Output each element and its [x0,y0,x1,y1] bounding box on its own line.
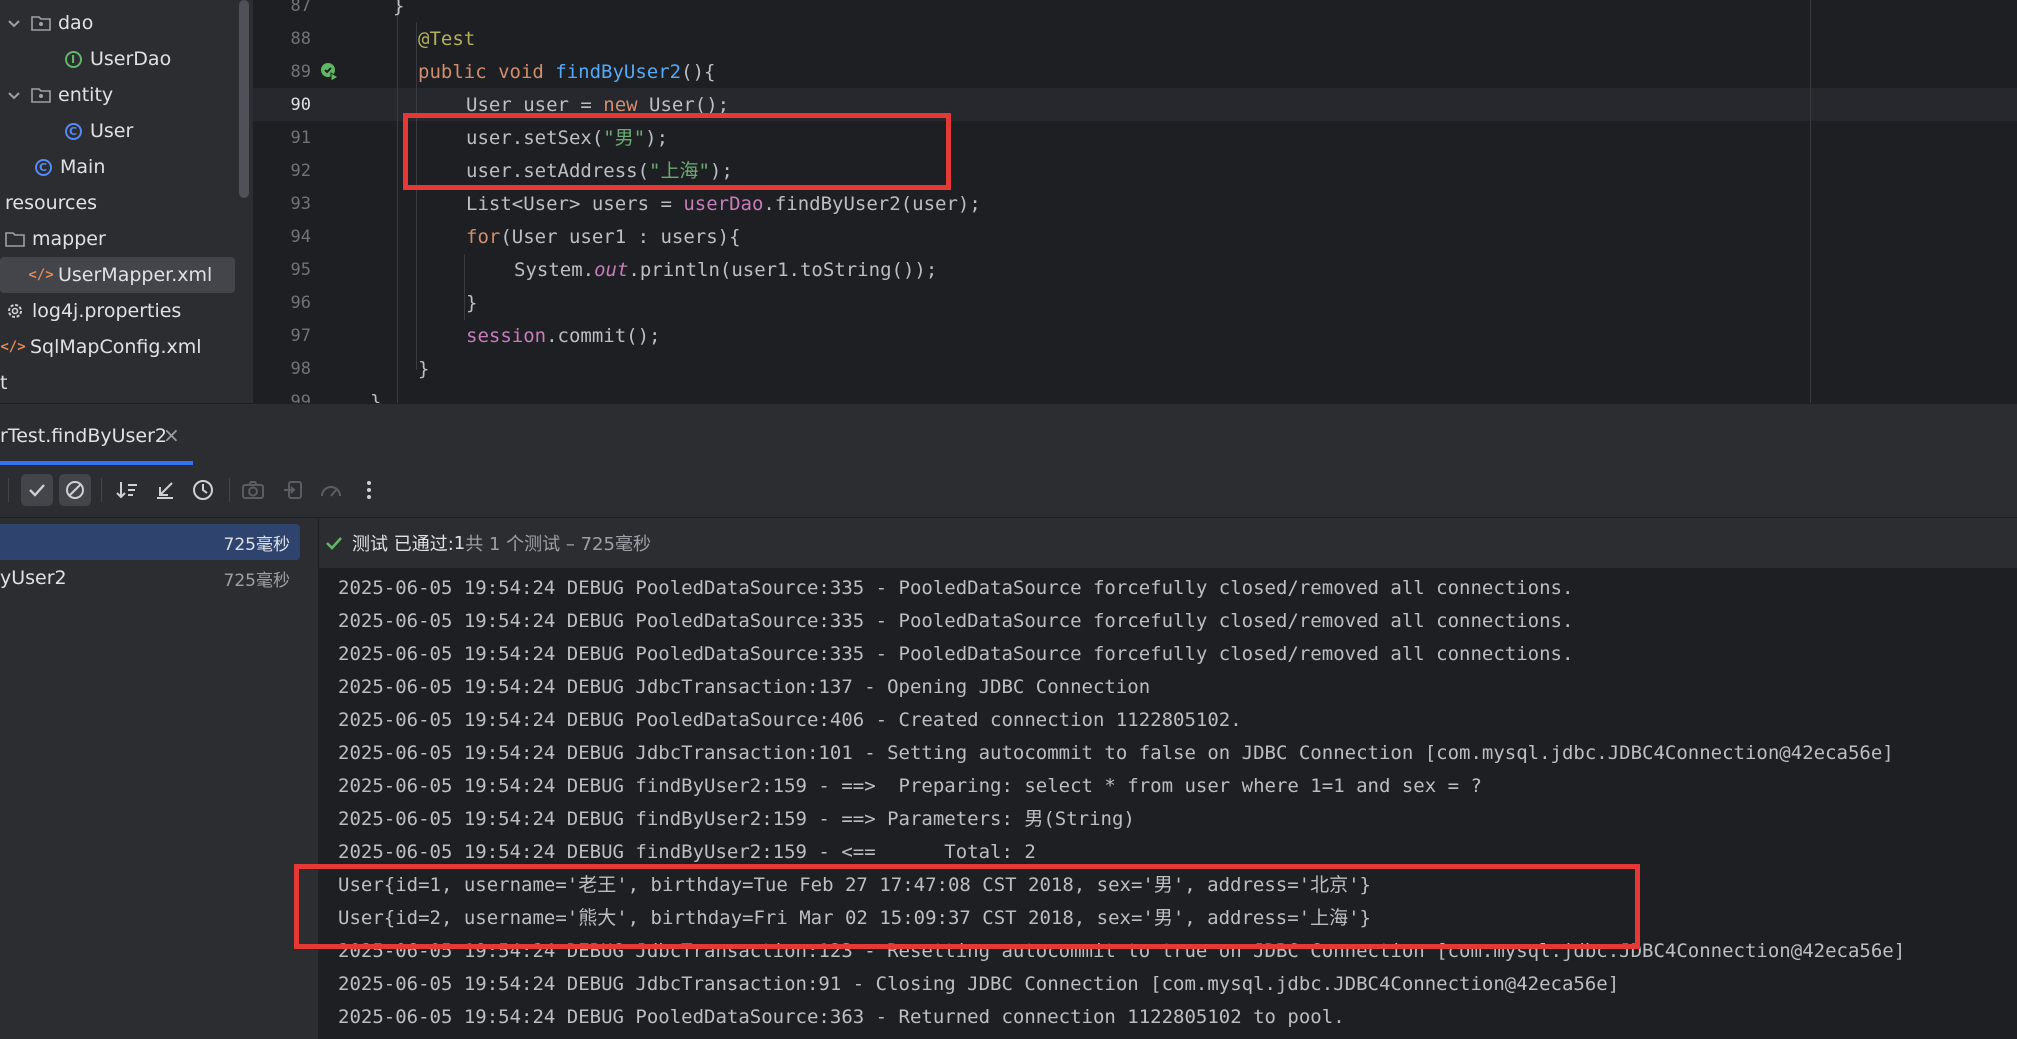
console-line: 2025-06-05 19:54:24 DEBUG findByUser2:15… [338,775,1482,797]
line-number: 88 [290,29,311,49]
console-line: 2025-06-05 19:54:24 DEBUG findByUser2:15… [338,808,1135,830]
check-icon[interactable] [21,474,53,506]
interface-icon: I [62,48,84,70]
tree-item-usermapper-xml[interactable]: </> UserMapper.xml [0,257,235,293]
test-row-time: 725毫秒 [223,570,290,591]
class-icon: C [62,120,84,142]
tree-item-label: User [90,120,134,142]
xml-file-icon: </> [0,339,26,355]
console-line: 2025-06-05 19:54:24 DEBUG JdbcTransactio… [338,742,1894,764]
console-line: 2025-06-05 19:54:24 DEBUG PooledDataSour… [338,577,1574,599]
right-margin-guide [1810,0,1811,403]
properties-gear-icon [8,304,22,318]
collapse-icon[interactable] [149,474,181,506]
tree-item-label: UserMapper.xml [58,264,213,286]
code-line-94: for(User user1 : users){ [466,226,741,248]
line-number: 87 [290,0,311,16]
test-status-bar: 测试 已通过: 1 共 1 个测试 – 725毫秒 [319,518,2017,568]
line-number: 93 [290,194,311,214]
project-tree: dao I UserDao entity C User C Main resou… [0,0,253,403]
code-line-87: } [393,0,405,17]
line-number: 96 [290,293,311,313]
tree-item-main[interactable]: C Main [0,149,253,185]
line-number: 95 [290,260,311,280]
tree-item-label: UserDao [90,48,172,70]
tree-item-resources[interactable]: resources [0,185,253,221]
close-icon[interactable]: × [163,423,180,447]
status-summary: 共 1 个测试 – 725毫秒 [465,534,651,555]
console-line: 2025-06-05 19:54:24 DEBUG PooledDataSour… [338,610,1574,632]
tree-item-label: Main [60,156,106,178]
sort-icon[interactable] [111,474,143,506]
test-results-tree: 725毫秒 yUser2 725毫秒 [0,518,319,1039]
tree-item-label: log4j.properties [32,300,182,322]
status-count: 1 [453,532,466,554]
stop-circle-icon[interactable] [59,474,91,506]
code-line-88: @Test [418,28,476,50]
line-number-gutter: 87 88 89 90 91 92 93 94 95 96 97 98 99 [253,0,363,403]
code-line-99: } [370,391,382,403]
check-icon [326,537,342,550]
line-number: 99 [290,392,311,403]
tree-item-sqlmapconfig-xml[interactable]: </> SqlMapConfig.xml [0,329,253,365]
line-number: 98 [290,359,311,379]
tree-item-t[interactable]: t [0,365,253,401]
gauge-icon[interactable] [315,474,347,506]
test-row-label: yUser2 [0,567,67,589]
tree-item-label: mapper [32,228,106,250]
camera-icon[interactable] [237,474,269,506]
package-folder-icon [31,16,51,31]
tree-item-label: resources [5,192,98,214]
chevron-down-icon[interactable] [6,87,22,103]
code-line-97: session.commit(); [466,325,661,347]
tree-item-user[interactable]: C User [0,113,253,149]
tree-item-log4j-properties[interactable]: log4j.properties [0,293,253,329]
code-line-96: } [466,292,478,314]
package-folder-icon [31,88,51,103]
tree-item-userdao[interactable]: I UserDao [0,41,253,77]
tree-item-dao[interactable]: dao [0,5,253,41]
console-line: 2025-06-05 19:54:24 DEBUG PooledDataSour… [338,1006,1345,1028]
tree-item-entity[interactable]: entity [0,77,253,113]
line-number: 90 [290,95,311,115]
test-tree-row-findbyuser2[interactable]: yUser2 725毫秒 [0,560,300,596]
line-number: 89 [290,62,311,82]
code-line-89: public void findByUser2(){ [418,61,716,83]
test-tree-row-root[interactable]: 725毫秒 [0,524,300,560]
run-test-icon[interactable] [319,61,341,83]
code-line-95: System.out.println(user1.toString()); [514,259,938,281]
more-vertical-icon[interactable] [353,474,385,506]
chevron-down-icon[interactable] [6,15,22,31]
tree-item-label: t [0,372,8,394]
tree-item-label: dao [58,12,94,34]
clock-history-icon[interactable] [187,474,219,506]
code-line-98: } [418,358,430,380]
run-tab-bar [0,403,2017,466]
run-tab[interactable]: rTest.findByUser2 [0,425,167,447]
annotation-box [403,113,951,190]
tree-item-label: entity [58,84,114,106]
annotation-box [294,864,1640,949]
folder-icon [5,232,25,247]
line-number: 92 [290,161,311,181]
tree-item-label: SqlMapConfig.xml [30,336,202,358]
console-line: 2025-06-05 19:54:24 DEBUG JdbcTransactio… [338,973,1620,995]
runnable-class-icon: C [32,156,54,178]
tree-item-mapper[interactable]: mapper [0,221,253,257]
console-line: 2025-06-05 19:54:24 DEBUG PooledDataSour… [338,643,1574,665]
console-line: 2025-06-05 19:54:24 DEBUG JdbcTransactio… [338,676,1151,698]
xml-file-icon: </> [28,267,54,283]
tree-scrollbar[interactable] [239,0,249,198]
console-line: 2025-06-05 19:54:24 DEBUG PooledDataSour… [338,709,1242,731]
status-prefix: 测试 已通过: [352,534,454,555]
test-row-time: 725毫秒 [223,534,290,555]
code-editor[interactable]: 87 88 89 90 91 92 93 94 95 96 97 98 99 }… [253,0,2017,403]
line-number: 91 [290,128,311,148]
line-number: 94 [290,227,311,247]
line-number: 97 [290,326,311,346]
code-line-93: List<User> users = userDao.findByUser2(u… [466,193,981,215]
import-icon[interactable] [277,474,309,506]
